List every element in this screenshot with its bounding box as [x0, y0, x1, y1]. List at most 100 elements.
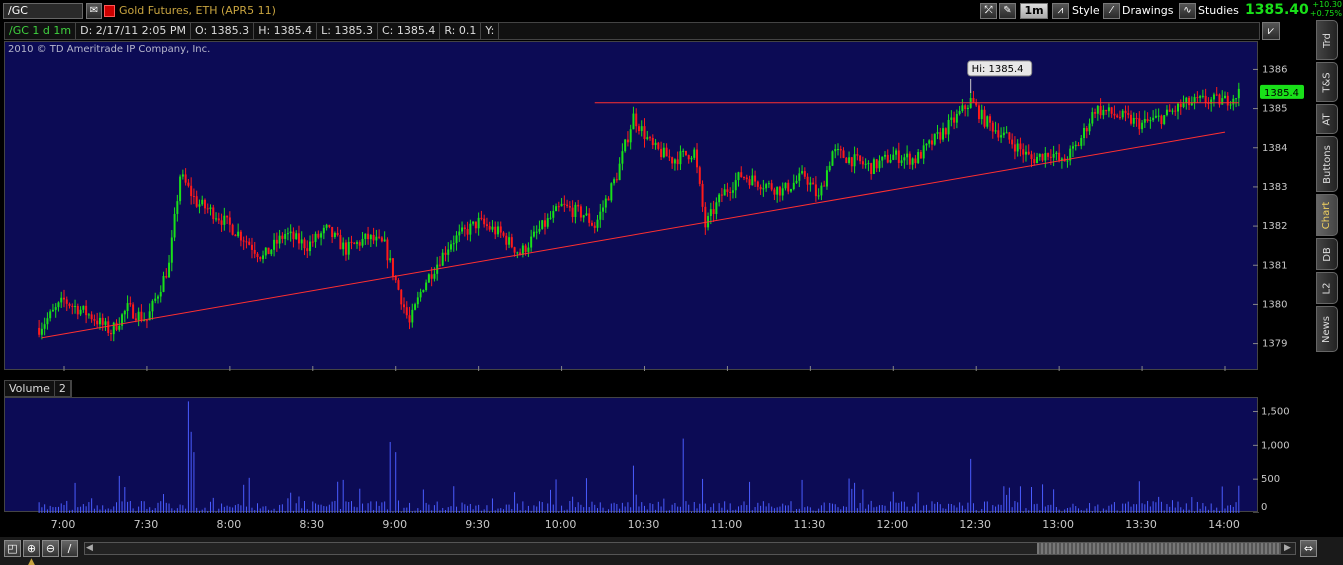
- candle-body: [1138, 118, 1141, 130]
- sidebar-tab-chart[interactable]: Chart: [1316, 194, 1338, 236]
- candle-body: [698, 167, 701, 184]
- symbol-lookup-icon[interactable]: ✉: [86, 3, 102, 19]
- chart-settings-icon[interactable]: ⩗: [1262, 22, 1280, 40]
- candle-body: [546, 218, 549, 227]
- candle-body: [734, 180, 737, 191]
- volume-chart-panel[interactable]: [4, 397, 1259, 513]
- candle-body: [961, 105, 964, 112]
- symbol-input[interactable]: /GC: [3, 3, 83, 19]
- candle-body: [245, 241, 248, 243]
- volume-study-header[interactable]: Volume 2: [4, 380, 72, 397]
- volume-bars-group: [38, 401, 1240, 513]
- candle-body: [1143, 119, 1146, 123]
- sidebar-tab-buttons[interactable]: Buttons: [1316, 136, 1338, 192]
- candle-body: [577, 204, 580, 207]
- time-tick-label: 11:00: [711, 518, 743, 531]
- candle-body: [624, 139, 627, 152]
- candle-body: [1019, 143, 1022, 150]
- candle-body: [344, 242, 347, 255]
- time-scrollbar[interactable]: [84, 542, 1296, 555]
- candle-body: [817, 195, 820, 197]
- candle-body: [151, 300, 154, 312]
- price-chart[interactable]: Hi: 1385.4: [5, 42, 1259, 371]
- candle-body: [250, 244, 253, 250]
- candle-body: [792, 182, 795, 190]
- studies-icon[interactable]: ∿: [1179, 3, 1196, 19]
- candle-body: [845, 157, 848, 163]
- sidebar-tab-ts[interactable]: T&S: [1316, 62, 1338, 102]
- candle-body: [51, 309, 54, 312]
- sidebar-tab-label: News: [1321, 315, 1333, 343]
- price-axis[interactable]: 1379 1380 1381 1382 1383 1384 1385 1386 1385.4: [1258, 41, 1310, 370]
- link-color-icon[interactable]: [104, 5, 115, 17]
- drawings-button[interactable]: Drawings: [1122, 4, 1173, 17]
- scrollbar-thumb[interactable]: [1037, 543, 1281, 554]
- candle-body: [480, 217, 483, 219]
- drawings-icon[interactable]: ⁄: [1103, 3, 1120, 19]
- price-tick-label: 1379: [1262, 339, 1287, 350]
- interval-button[interactable]: 1m: [1020, 3, 1048, 19]
- expand-time-icon[interactable]: ⇔: [1300, 540, 1317, 557]
- candle-body: [696, 149, 699, 168]
- candle-body: [543, 220, 546, 227]
- candle-body: [850, 157, 853, 167]
- candle-body: [892, 154, 895, 160]
- sidebar-tab-l2[interactable]: L2: [1316, 272, 1338, 304]
- candle-body: [607, 198, 610, 201]
- candle-body: [248, 241, 251, 245]
- crosshair-tool-icon[interactable]: ⤱: [980, 3, 997, 19]
- net-change-value: +10.30: [1312, 0, 1342, 9]
- candle-body: [859, 155, 862, 162]
- scroll-left-icon[interactable]: ◀: [86, 543, 93, 553]
- time-tick-label: 12:30: [959, 518, 991, 531]
- time-axis: 7:00 7:30 8:00 8:30 9:00 9:30 10:00 10:30 11:00 1…: [4, 514, 1258, 536]
- zoom-out-icon[interactable]: ⊖: [42, 540, 59, 557]
- candle-body: [303, 239, 306, 249]
- style-button[interactable]: Style: [1072, 4, 1100, 17]
- candle-body: [740, 172, 743, 178]
- price-chart-panel[interactable]: Hi: 1385.4: [4, 41, 1259, 371]
- candle-body: [1210, 99, 1213, 104]
- candle-body: [953, 117, 956, 123]
- candle-body: [226, 215, 229, 218]
- candle-body: [322, 227, 325, 234]
- copyright-text: 2010 © TD Ameritrade IP Company, Inc.: [8, 44, 211, 55]
- candle-body: [651, 137, 654, 146]
- studies-button[interactable]: Studies: [1198, 4, 1239, 17]
- candle-body: [264, 247, 267, 256]
- candle-body: [159, 291, 162, 297]
- candle-body: [286, 233, 289, 235]
- sidebar-tab-trd[interactable]: Trd: [1316, 20, 1338, 60]
- candle-body: [911, 158, 914, 165]
- sidebar-tab-at[interactable]: AT: [1316, 104, 1338, 134]
- sidebar-tab-db[interactable]: DB: [1316, 238, 1338, 270]
- price-tick-label: 1385: [1262, 104, 1287, 115]
- candles-group: [38, 82, 1240, 342]
- candle-body: [491, 226, 494, 230]
- volume-chart[interactable]: [5, 398, 1259, 513]
- scroll-right-icon[interactable]: ▶: [1284, 543, 1291, 553]
- drawing-tool-icon[interactable]: ✎: [999, 3, 1016, 19]
- candle-body: [762, 188, 765, 190]
- collapse-arrow-icon[interactable]: ▲: [28, 557, 35, 565]
- zoom-in-icon[interactable]: ⊕: [23, 540, 40, 557]
- candle-body: [773, 189, 776, 195]
- cursor-icon[interactable]: ◰: [4, 540, 21, 557]
- candle-body: [129, 303, 132, 305]
- chart-symbol-label[interactable]: /GC 1 d 1m: [5, 23, 77, 39]
- sidebar-tab-label: DB: [1321, 246, 1333, 262]
- candle-body: [369, 234, 372, 240]
- hi-annotation-label: Hi: 1385.4: [972, 64, 1024, 75]
- candle-body: [115, 322, 118, 330]
- candle-body: [1058, 152, 1061, 161]
- draw-line-icon[interactable]: ∕: [61, 540, 78, 557]
- candle-body: [508, 237, 511, 245]
- candle-body: [640, 126, 643, 132]
- candle-body: [433, 273, 436, 279]
- style-icon[interactable]: ⩘: [1052, 3, 1069, 19]
- net-change: +10.30 +0.75%: [1308, 0, 1342, 18]
- candle-body: [350, 241, 353, 243]
- net-change-percent: +0.75%: [1309, 9, 1342, 18]
- candle-body: [275, 239, 278, 244]
- sidebar-tab-news[interactable]: News: [1316, 306, 1338, 352]
